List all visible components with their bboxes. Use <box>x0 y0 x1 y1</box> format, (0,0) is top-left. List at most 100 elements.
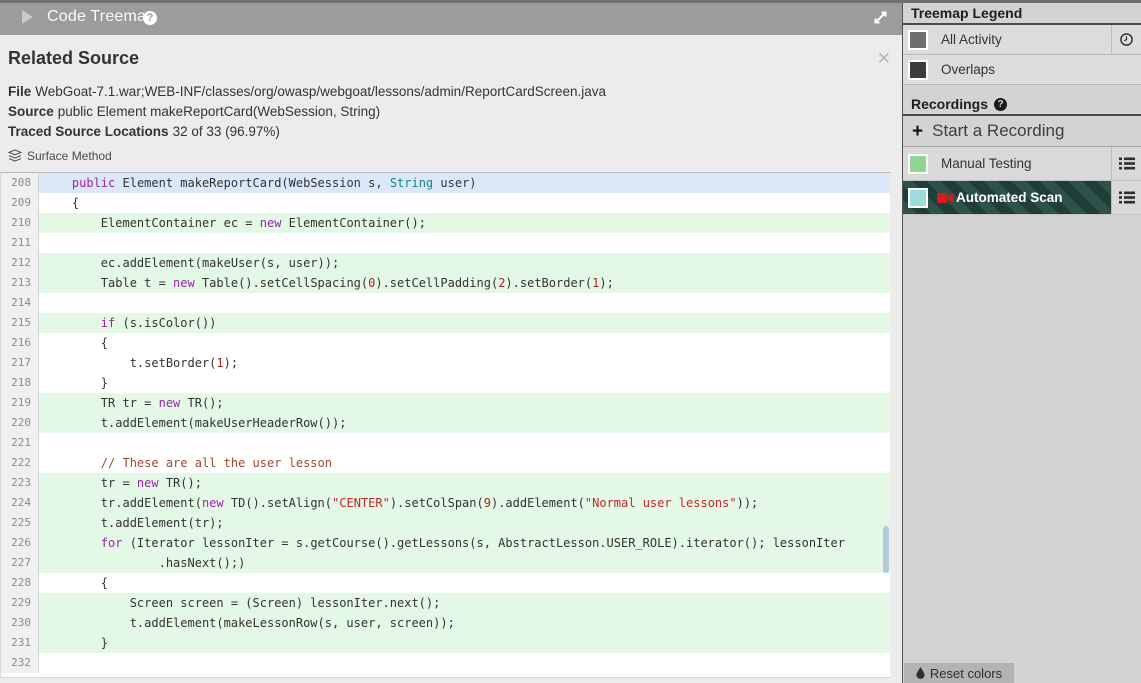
help-icon[interactable]: ? <box>143 11 157 25</box>
legend-row-overlaps[interactable]: Overlaps <box>903 55 1141 85</box>
code-line: 228 { <box>1 573 890 593</box>
manual-testing-swatch[interactable] <box>908 153 928 174</box>
video-camera-icon <box>937 192 954 203</box>
header-title: Code Treemap <box>47 8 156 25</box>
line-number: 232 <box>1 653 39 673</box>
code-line: 227 .hasNext();) <box>1 553 890 573</box>
surface-method-link[interactable]: Surface Method <box>8 149 112 163</box>
all-activity-swatch[interactable] <box>908 29 928 50</box>
line-number: 221 <box>1 433 39 453</box>
source-row: Source public Element makeReportCard(WebS… <box>8 102 606 122</box>
code-text: ElementContainer ec = new ElementContain… <box>39 213 890 233</box>
line-number: 215 <box>1 313 39 333</box>
line-number: 226 <box>1 533 39 553</box>
surface-method-label: Surface Method <box>27 149 112 163</box>
file-label: File <box>8 84 32 99</box>
list-icon <box>1118 191 1135 204</box>
recordings-help-icon[interactable]: ? <box>994 97 1008 111</box>
main-area: Code Treemap ? ✕ Related Source File WebG… <box>0 0 902 683</box>
recording-row-automated-scan[interactable]: Automated Scan <box>903 181 1141 215</box>
source-label: Source <box>8 104 54 119</box>
code-line: 217 t.setBorder(1); <box>1 353 890 373</box>
related-source-panel: ✕ Related Source File WebGoat-7.1.war;WEB… <box>0 35 902 683</box>
source-metadata: File WebGoat-7.1.war;WEB-INF/classes/org/… <box>8 82 606 142</box>
line-number: 216 <box>1 333 39 353</box>
code-text: if (s.isColor()) <box>39 313 890 333</box>
file-value: WebGoat-7.1.war;WEB-INF/classes/org/owas… <box>35 84 607 99</box>
code-text: .hasNext();) <box>39 553 890 573</box>
code-text: } <box>39 633 890 653</box>
manual-testing-list-button[interactable] <box>1111 147 1141 180</box>
code-text: { <box>43 576 109 590</box>
code-lines: 208 public Element makeReportCard(WebSes… <box>1 173 890 673</box>
manual-testing-cell[interactable]: Manual Testing <box>903 147 1111 180</box>
activity-time-button[interactable] <box>1111 25 1141 54</box>
automated-scan-list-button[interactable] <box>1111 181 1141 214</box>
legend-heading: Treemap Legend <box>903 0 1141 25</box>
code-line: 211 <box>1 233 890 253</box>
reset-colors-label: Reset colors <box>929 665 1003 681</box>
code-text: tr = new TR(); <box>39 473 890 493</box>
droplet-icon <box>916 667 925 679</box>
overlaps-label: Overlaps <box>941 62 996 77</box>
code-line: 212 ec.addElement(makeUser(s, user)); <box>1 253 890 273</box>
code-scrollbar-thumb[interactable] <box>883 526 889 573</box>
list-icon <box>1118 157 1135 170</box>
code-text: tr.addElement(new TD().setAlign("CENTER"… <box>39 493 890 513</box>
code-line: 216 { <box>1 333 890 353</box>
line-number: 213 <box>1 273 39 293</box>
code-line: 231 } <box>1 633 890 653</box>
recording-row-manual-testing[interactable]: Manual Testing <box>903 147 1141 181</box>
line-number: 211 <box>1 233 39 253</box>
recordings-heading: Recordings ? <box>903 91 1141 116</box>
layers-icon <box>8 149 22 162</box>
legend-title: Treemap Legend <box>911 5 1023 21</box>
line-number: 219 <box>1 393 39 413</box>
code-line: 221 <box>1 433 890 453</box>
traced-row: Traced Source Locations 32 of 33 (96.97%) <box>8 122 606 142</box>
line-number: 229 <box>1 593 39 613</box>
code-line: 225 t.addElement(tr); <box>1 513 890 533</box>
code-text: t.addElement(makeLessonRow(s, user, scre… <box>39 613 890 633</box>
legend-row-all-activity[interactable]: All Activity <box>903 25 1141 55</box>
code-treemap-page: Code Treemap ? ✕ Related Source File WebG… <box>0 0 1141 683</box>
code-line: 210 ElementContainer ec = new ElementCon… <box>1 213 890 233</box>
line-number: 231 <box>1 633 39 653</box>
collapse-caret-icon[interactable] <box>22 10 33 24</box>
start-recording-label: Start a Recording <box>932 121 1065 140</box>
code-line: 208 public Element makeReportCard(WebSes… <box>1 173 890 193</box>
line-number: 212 <box>1 253 39 273</box>
panel-title: Related Source <box>8 48 140 68</box>
code-text: t.addElement(makeUserHeaderRow()); <box>39 413 890 433</box>
code-text: ec.addElement(makeUser(s, user)); <box>39 253 890 273</box>
overlaps-swatch[interactable] <box>908 59 928 80</box>
source-code-viewer: 208 public Element makeReportCard(WebSes… <box>0 172 890 678</box>
treemap-header-bar: Code Treemap ? <box>0 0 902 35</box>
code-line: 214 <box>1 293 890 313</box>
automated-scan-swatch[interactable] <box>908 187 928 208</box>
code-text: } <box>43 376 109 390</box>
recordings-title: Recordings <box>911 96 989 112</box>
file-row: File WebGoat-7.1.war;WEB-INF/classes/org/… <box>8 82 606 102</box>
line-number: 217 <box>1 353 39 373</box>
code-text: public Element makeReportCard(WebSession… <box>39 173 890 193</box>
line-number: 220 <box>1 413 39 433</box>
code-text: t.addElement(tr); <box>39 513 890 533</box>
start-recording-button[interactable]: + Start a Recording <box>903 116 1141 147</box>
close-icon[interactable]: ✕ <box>877 50 891 67</box>
line-number: 230 <box>1 613 39 633</box>
expand-icon[interactable] <box>872 9 889 26</box>
reset-colors-button[interactable]: Reset colors <box>904 663 1014 683</box>
line-number: 218 <box>1 373 39 393</box>
code-text: { <box>43 196 80 210</box>
code-text: { <box>43 336 109 350</box>
code-line: 215 if (s.isColor()) <box>1 313 890 333</box>
code-line: 232 <box>1 653 890 673</box>
line-number: 209 <box>1 193 39 213</box>
manual-testing-label: Manual Testing <box>941 156 1032 171</box>
clock-icon <box>1120 33 1133 46</box>
automated-scan-cell[interactable]: Automated Scan <box>903 181 1111 214</box>
automated-scan-label: Automated Scan <box>956 190 1063 205</box>
